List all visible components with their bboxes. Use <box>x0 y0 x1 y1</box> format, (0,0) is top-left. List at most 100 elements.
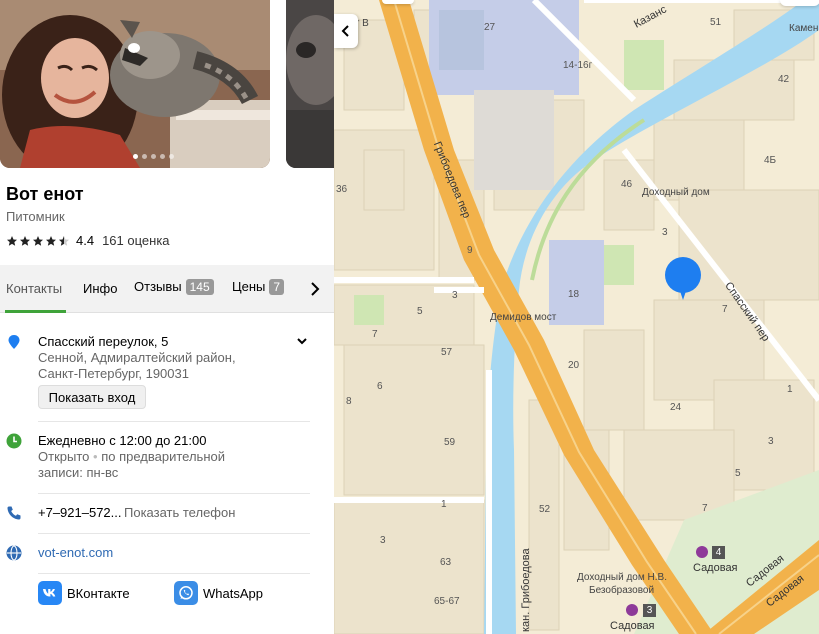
house-number: 7 <box>722 304 728 315</box>
rating-count[interactable]: 161 оценка <box>102 233 169 248</box>
working-hours[interactable]: Ежедневно с 12:00 до 21:00 <box>38 433 206 448</box>
house-number: 3 <box>452 290 458 301</box>
rating-row[interactable]: 4.4 161 оценка <box>6 233 170 248</box>
house-number: 27 <box>484 22 496 33</box>
star-icon <box>33 235 43 246</box>
address-street[interactable]: Спасский переулок, 5 <box>38 334 168 349</box>
map-label: Доходный дом Н.В. <box>577 572 667 583</box>
whatsapp-icon <box>174 581 198 605</box>
clock-icon <box>6 433 22 449</box>
photo-gallery[interactable] <box>0 0 334 170</box>
open-status-note-cont: записи: пн-вс <box>38 465 119 480</box>
map-label: Демидов мост <box>490 312 557 323</box>
house-number: 52 <box>539 504 551 515</box>
gallery-pagination <box>133 154 174 159</box>
house-number: 42 <box>778 74 790 85</box>
divider <box>38 533 310 534</box>
star-icon <box>20 235 30 246</box>
tab-reviews[interactable]: Отзывы 145 <box>134 279 214 295</box>
tab-reviews-label: Отзывы <box>134 279 182 294</box>
tab-contacts[interactable]: Контакты <box>6 281 62 296</box>
open-status-note: по предварительной <box>101 449 225 464</box>
map-top-control[interactable] <box>382 0 414 4</box>
tabs-scroll-right-icon[interactable] <box>308 279 322 299</box>
map-view[interactable]: Доходный дом Демидов мост Доходный дом Н… <box>334 0 819 634</box>
address-district: Сенной, Адмиралтейский район, <box>38 350 236 365</box>
whatsapp-label: WhatsApp <box>203 585 263 601</box>
street-label: кан. Грибоедова <box>520 548 532 632</box>
map-corner-control[interactable] <box>780 0 819 6</box>
divider <box>38 493 310 494</box>
whatsapp-link[interactable]: WhatsApp <box>174 581 263 605</box>
show-phone-link[interactable]: Показать телефон <box>124 505 235 520</box>
gallery-dot[interactable] <box>151 154 156 159</box>
house-number: 9 <box>467 245 473 256</box>
star-icon <box>46 235 56 246</box>
rating-stars <box>6 235 70 247</box>
metro-line-badge: 4 <box>712 546 725 559</box>
location-pin-icon <box>8 335 20 349</box>
vk-label: ВКонтакте <box>67 585 130 601</box>
map-label: Камен <box>789 23 819 34</box>
show-entrance-button[interactable]: Показать вход <box>38 385 146 409</box>
house-number: 57 <box>441 347 453 358</box>
chevron-down-icon[interactable] <box>296 335 308 347</box>
house-number: 36 <box>336 184 348 195</box>
house-number: 63 <box>440 557 452 568</box>
house-number: 20 <box>568 360 580 371</box>
metro-line-badge: 3 <box>643 604 656 617</box>
tab-info[interactable]: Инфо <box>83 281 117 296</box>
house-number: 4Б <box>764 155 777 166</box>
gallery-dot[interactable] <box>133 154 138 159</box>
tab-reviews-badge: 145 <box>185 279 214 295</box>
house-number: 51 <box>710 17 722 28</box>
app-root: Вот енот Питомник 4.4 161 оценка Контакт… <box>0 0 819 634</box>
photo-next[interactable] <box>286 0 334 168</box>
house-number: 7 <box>372 329 378 340</box>
divider <box>38 421 310 422</box>
metro-icon <box>626 604 638 616</box>
house-number: 65-67 <box>434 596 460 607</box>
house-number: 1 <box>787 384 793 395</box>
tab-prices-badge: 7 <box>269 279 285 295</box>
tab-prices[interactable]: Цены 7 <box>232 279 285 295</box>
globe-icon <box>6 545 22 561</box>
place-card-panel: Вот енот Питомник 4.4 161 оценка Контакт… <box>0 0 334 634</box>
active-tab-indicator <box>5 310 66 313</box>
house-number: 7 <box>702 503 708 514</box>
tab-prices-label: Цены <box>232 279 266 294</box>
house-number: 8 <box>346 396 352 407</box>
place-category[interactable]: Питомник <box>6 209 65 224</box>
map-label: Доходный дом <box>642 187 710 198</box>
house-number: 1 <box>441 499 447 510</box>
house-number: 5 <box>735 468 741 479</box>
vk-link[interactable]: ВКонтакте <box>38 581 130 605</box>
photo-main[interactable] <box>0 0 270 168</box>
status-separator: • <box>93 449 98 464</box>
phone-icon <box>7 506 21 520</box>
place-title: Вот енот <box>6 184 84 204</box>
address-city: Санкт-Петербург, 190031 <box>38 366 189 381</box>
collapse-panel-button[interactable] <box>334 14 358 48</box>
house-number: 18 <box>568 289 580 300</box>
phone-number[interactable]: +7–921–572... <box>38 505 122 520</box>
gallery-dot[interactable] <box>160 154 165 159</box>
tab-bar: Контакты Инфо Отзывы 145 Цены 7 <box>0 265 334 313</box>
vk-icon <box>38 581 62 605</box>
website-link[interactable]: vot-enot.com <box>38 545 113 560</box>
metro-station-label[interactable]: Садовая <box>610 620 655 632</box>
house-number: 5 <box>417 306 423 317</box>
gallery-dot[interactable] <box>169 154 174 159</box>
half-star-icon <box>59 235 69 246</box>
star-icon <box>7 235 17 246</box>
house-number: 3 <box>662 227 668 238</box>
chevron-left-icon <box>341 25 349 37</box>
metro-station-label[interactable]: Садовая <box>693 562 738 574</box>
house-number: 3 <box>380 535 386 546</box>
metro-icon <box>696 546 708 558</box>
open-status: Открыто • по предварительной <box>38 449 225 464</box>
house-number: 6 <box>377 381 383 392</box>
house-number: 14-16г <box>563 60 593 71</box>
rating-value: 4.4 <box>76 233 95 248</box>
gallery-dot[interactable] <box>142 154 147 159</box>
